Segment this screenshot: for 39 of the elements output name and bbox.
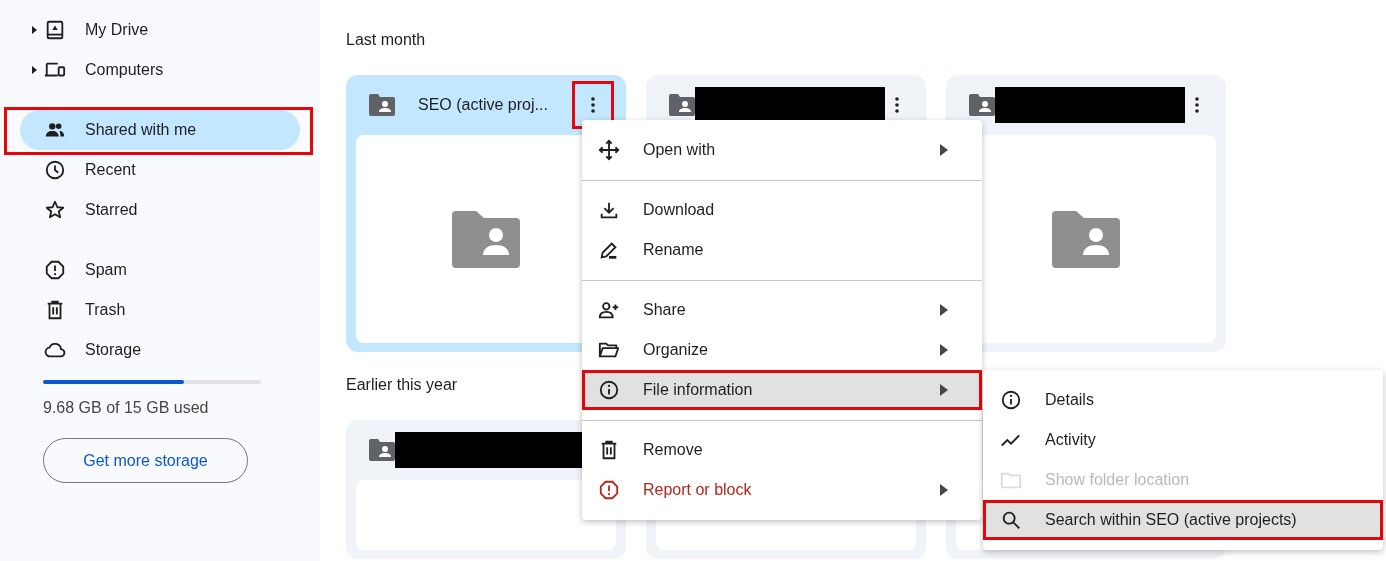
sidebar-item[interactable]: Trash (20, 290, 300, 330)
report-icon (598, 479, 620, 501)
warning-icon (44, 259, 66, 281)
search-icon (1000, 509, 1022, 531)
section-heading: Earlier this year (346, 375, 458, 395)
menu-item[interactable]: Remove (582, 430, 982, 470)
sidebar-item[interactable]: Recent (20, 150, 300, 190)
expand-caret-icon[interactable] (32, 66, 37, 74)
menu-item[interactable]: Report or block (582, 470, 982, 510)
shared-folder-icon (452, 210, 520, 268)
shared-folder-icon (669, 94, 695, 116)
shared-folder-icon (1052, 210, 1120, 268)
add-person-icon (598, 299, 620, 321)
sidebar-item[interactable]: Computers (20, 50, 300, 90)
more-vert-icon (591, 97, 595, 113)
sidebar-item[interactable]: My Drive (20, 10, 300, 50)
info-icon (598, 379, 620, 401)
drive-icon (44, 19, 66, 41)
folder-name: SEO (active proj... (418, 95, 549, 115)
menu-item[interactable]: Activity (983, 420, 1383, 460)
clock-icon (44, 159, 66, 181)
shared-folder-icon (369, 94, 395, 116)
move-arrows-icon (598, 139, 620, 161)
sidebar-item[interactable]: Starred (20, 190, 300, 230)
menu-item[interactable]: Details (983, 380, 1383, 420)
menu-item: Show folder location (983, 460, 1383, 500)
storage-usage-text: 9.68 GB of 15 GB used (43, 398, 210, 418)
star-icon (44, 199, 66, 221)
shared-folder-icon (369, 439, 395, 461)
menu-item[interactable]: File information (582, 370, 982, 410)
section-heading: Last month (346, 30, 426, 50)
info-icon (1000, 389, 1022, 411)
sidebar-item[interactable]: Spam (20, 250, 300, 290)
expand-caret-icon[interactable] (32, 26, 37, 34)
sidebar-item[interactable]: Storage (20, 330, 300, 370)
menu-item[interactable]: Search within SEO (active projects) (983, 500, 1383, 540)
more-vert-icon (894, 97, 899, 113)
more-vert-icon (1194, 97, 1199, 113)
shared-folder-icon (969, 94, 995, 116)
